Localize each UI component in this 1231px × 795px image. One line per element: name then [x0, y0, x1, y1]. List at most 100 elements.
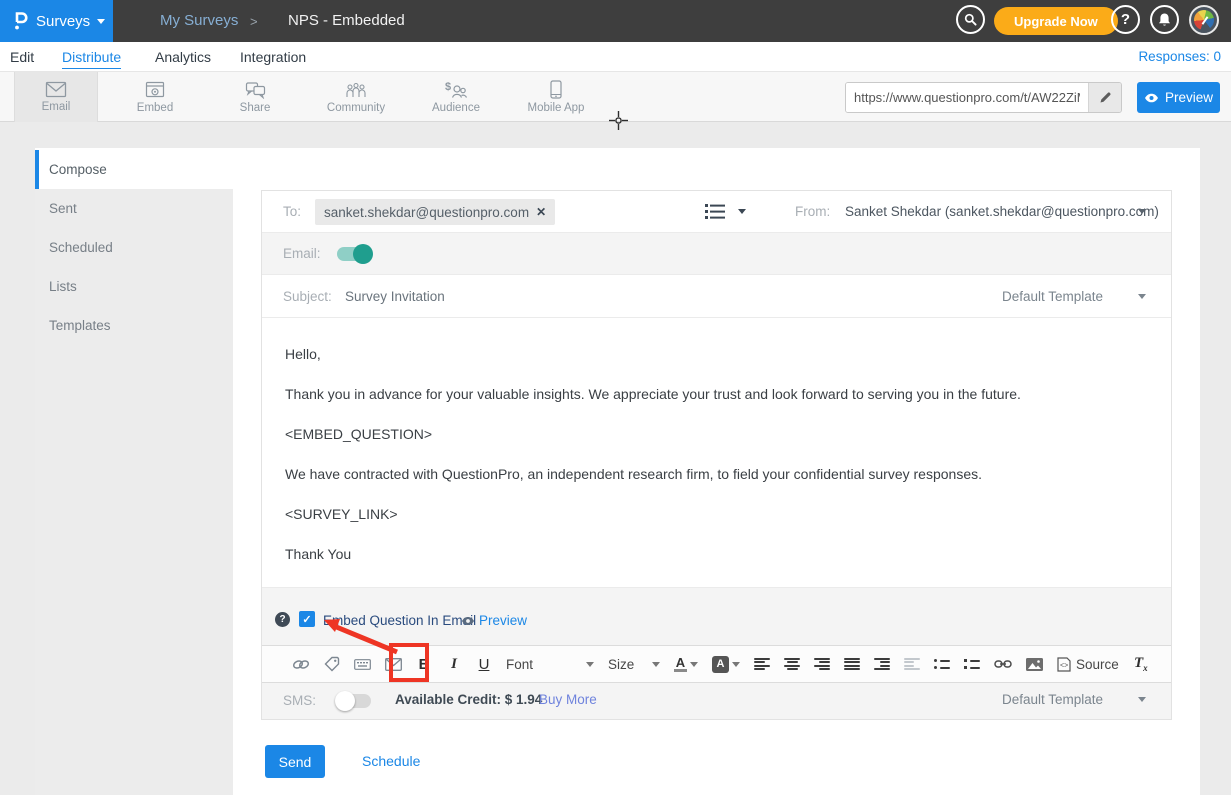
- channel-tab-community[interactable]: Community: [314, 72, 398, 122]
- questionpro-email-distribute-page: Surveys My Surveys > NPS - Embedded Upgr…: [0, 0, 1231, 795]
- from-selector[interactable]: Sanket Shekdar (sanket.shekdar@questionp…: [845, 204, 1159, 219]
- subject-input[interactable]: Survey Invitation: [345, 289, 445, 304]
- tab-analytics[interactable]: Analytics: [155, 49, 211, 65]
- sidebar-item-sent[interactable]: Sent: [35, 189, 233, 228]
- embed-preview-link[interactable]: Preview: [479, 613, 527, 628]
- tab-integration[interactable]: Integration: [240, 49, 306, 65]
- align-right-button[interactable]: [814, 652, 830, 676]
- pencil-icon: [1099, 91, 1112, 104]
- email-icon: [45, 81, 67, 98]
- size-caret-down-icon: [652, 662, 660, 667]
- email-toggle[interactable]: [337, 247, 371, 261]
- font-caret-down-icon: [586, 662, 594, 667]
- channel-label: Community: [327, 102, 385, 114]
- underline-button[interactable]: U: [476, 652, 492, 676]
- italic-button[interactable]: I: [446, 652, 462, 676]
- link-icon: [994, 659, 1012, 669]
- help-button[interactable]: ?: [1111, 5, 1140, 34]
- sms-template-selector[interactable]: Default Template: [1002, 692, 1103, 707]
- email-body-editor[interactable]: Hello, Thank you in advance for your val…: [262, 318, 1171, 588]
- decrease-indent-icon: [904, 658, 920, 670]
- embed-preview-eye-icon: [461, 616, 475, 626]
- toggle-knob: [335, 691, 355, 711]
- schedule-link[interactable]: Schedule: [362, 753, 420, 769]
- text-color-icon: A: [674, 656, 687, 672]
- channel-tab-share[interactable]: Share: [213, 72, 297, 122]
- from-label: From:: [795, 204, 830, 219]
- numbered-list-button[interactable]: [964, 652, 980, 676]
- sidebar-item-compose[interactable]: Compose: [35, 150, 233, 189]
- insert-tag-icon[interactable]: [324, 652, 340, 676]
- sms-template-caret-icon[interactable]: [1138, 697, 1146, 702]
- numbered-list-icon: [964, 659, 980, 669]
- increase-indent-button[interactable]: [874, 652, 890, 676]
- community-icon: [344, 81, 368, 99]
- channel-label: Share: [240, 102, 271, 114]
- insert-link-button[interactable]: [994, 652, 1012, 676]
- tab-distribute[interactable]: Distribute: [62, 49, 121, 69]
- body-paragraph: Thank You: [285, 546, 1148, 562]
- breadcrumb-survey-name: NPS - Embedded: [288, 12, 405, 29]
- buy-more-link[interactable]: Buy More: [539, 692, 597, 707]
- sidebar-item-scheduled[interactable]: Scheduled: [35, 228, 233, 267]
- survey-nav-bar: Edit Distribute Analytics Integration Re…: [0, 42, 1231, 72]
- breadcrumb-my-surveys[interactable]: My Surveys: [160, 12, 238, 29]
- embed-question-tool-icon[interactable]: [385, 652, 402, 676]
- product-switcher[interactable]: Surveys: [0, 0, 113, 42]
- contact-list-icon: [705, 203, 725, 220]
- insert-survey-link-icon[interactable]: [292, 652, 310, 676]
- product-name: Surveys: [36, 13, 90, 30]
- source-label: Source: [1076, 657, 1119, 672]
- background-color-button[interactable]: A: [712, 652, 740, 676]
- sms-toggle[interactable]: [337, 694, 371, 708]
- preview-survey-button[interactable]: Preview: [1137, 82, 1220, 113]
- remove-recipient-icon[interactable]: ✕: [536, 205, 546, 219]
- body-paragraph: Thank you in advance for your valuable i…: [285, 386, 1148, 402]
- template-caret-down-icon[interactable]: [1138, 294, 1146, 299]
- channel-tab-email[interactable]: Email: [14, 72, 98, 122]
- from-caret-down-icon[interactable]: [1138, 209, 1146, 214]
- channel-label: Email: [42, 101, 71, 113]
- source-button[interactable]: <> Source: [1057, 652, 1119, 676]
- svg-text:$: $: [445, 81, 451, 93]
- select-email-list-button[interactable]: [705, 203, 725, 220]
- channel-tab-embed[interactable]: Embed: [113, 72, 197, 122]
- align-left-button[interactable]: [754, 652, 770, 676]
- bg-color-caret-icon: [732, 662, 740, 667]
- list-caret-down-icon[interactable]: [738, 209, 746, 214]
- channel-tab-audience[interactable]: $ Audience: [414, 72, 498, 122]
- notifications-button[interactable]: [1150, 5, 1179, 34]
- compose-form: To: sanket.shekdar@questionpro.com ✕ Fro…: [261, 190, 1172, 720]
- insert-merge-field-icon[interactable]: [354, 652, 371, 676]
- bullet-list-button[interactable]: [934, 652, 950, 676]
- survey-url-input[interactable]: [846, 83, 1088, 112]
- edit-url-button[interactable]: [1088, 83, 1121, 112]
- embed-help-icon[interactable]: ?: [275, 612, 290, 627]
- font-family-select[interactable]: Font: [506, 652, 594, 676]
- embed-icon: [145, 81, 165, 99]
- sidebar-item-lists[interactable]: Lists: [35, 267, 233, 306]
- bold-button[interactable]: B: [416, 652, 432, 676]
- justify-button[interactable]: [844, 652, 860, 676]
- recipient-chip[interactable]: sanket.shekdar@questionpro.com ✕: [315, 199, 555, 225]
- image-icon: [1026, 658, 1043, 671]
- align-center-button[interactable]: [784, 652, 800, 676]
- sidebar-item-templates[interactable]: Templates: [35, 306, 233, 345]
- email-template-selector[interactable]: Default Template: [1002, 289, 1103, 304]
- source-icon: <>: [1057, 657, 1071, 672]
- font-size-select[interactable]: Size: [608, 652, 660, 676]
- align-center-icon: [784, 658, 800, 670]
- embed-question-checkbox[interactable]: ✓: [299, 611, 315, 627]
- upgrade-now-button[interactable]: Upgrade Now: [994, 7, 1118, 35]
- channel-tab-mobile-app[interactable]: Mobile App: [514, 72, 598, 122]
- text-color-button[interactable]: A: [674, 652, 698, 676]
- account-avatar[interactable]: [1189, 5, 1219, 35]
- insert-image-button[interactable]: [1026, 652, 1043, 676]
- tab-edit[interactable]: Edit: [10, 49, 34, 65]
- body-paragraph: <EMBED_QUESTION>: [285, 426, 1148, 442]
- share-icon: [245, 81, 266, 99]
- decrease-indent-button[interactable]: [904, 652, 920, 676]
- search-button[interactable]: [956, 5, 985, 34]
- send-button[interactable]: Send: [265, 745, 325, 778]
- remove-format-button[interactable]: Tx: [1133, 652, 1149, 676]
